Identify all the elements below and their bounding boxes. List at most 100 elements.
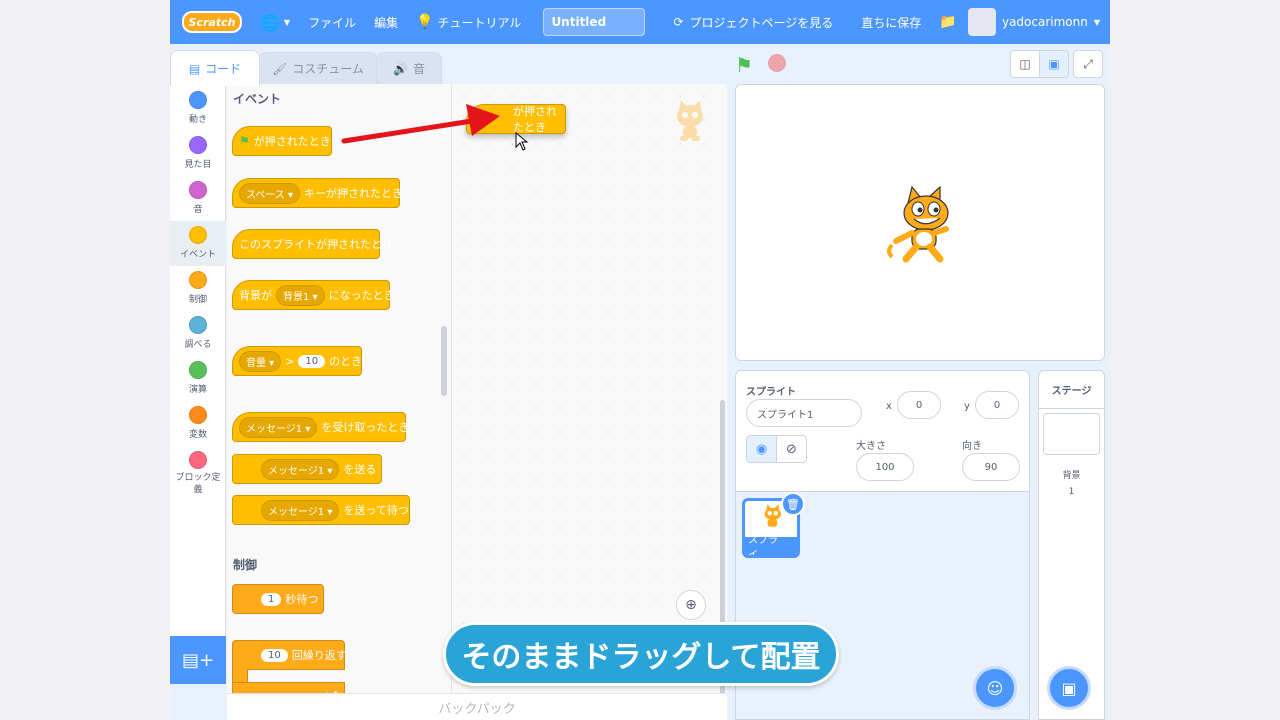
when-receive-block[interactable]: メッセージ1 ▾ を受け取ったとき xyxy=(232,401,409,442)
category-label: 制御 xyxy=(188,295,207,305)
when-sprite-clicked-block[interactable]: このスプライトが押されたとき xyxy=(232,218,393,259)
project-title-input[interactable] xyxy=(543,8,646,36)
choose-sprite-button[interactable]: ☺ xyxy=(973,666,1017,710)
size-label: 大きさ xyxy=(856,441,886,452)
volume-dropdown[interactable]: 音量 ▾ xyxy=(239,350,282,372)
block-categories: 動き 見た目 音 イベント 制御 調べる 演算 変数 ブロック定義 xyxy=(170,84,226,636)
when-key-pressed-block[interactable]: スペース ▾ キーが押されたとき xyxy=(232,167,403,208)
file-menu[interactable]: ファイル xyxy=(308,14,356,31)
backdrop-dropdown[interactable]: 背景1 ▾ xyxy=(276,284,325,306)
number-input[interactable]: 10 xyxy=(298,354,326,368)
edit-menu[interactable]: 編集 xyxy=(374,14,398,31)
palette-scrollbar[interactable] xyxy=(441,326,447,396)
category-label: イベント xyxy=(179,250,216,260)
size-input[interactable]: 100 xyxy=(856,453,914,481)
block-label: が押されたとき xyxy=(253,135,331,148)
tutorials-label: チュートリアル xyxy=(437,15,522,30)
stage-canvas[interactable] xyxy=(735,84,1105,361)
globe-icon: 🌐 xyxy=(260,12,280,32)
small-stage-button[interactable]: ◫ xyxy=(1010,50,1040,78)
when-backdrop-switches-block[interactable]: 背景が 背景1 ▾ になったとき xyxy=(232,269,395,310)
normal-stage-button[interactable]: ▣ xyxy=(1039,50,1069,78)
block-label: このスプライトが押されたとき xyxy=(239,238,393,251)
sprite-thumbnail-label: スプライ... xyxy=(745,535,797,555)
zoom-in-button[interactable]: ⊕ xyxy=(676,590,706,620)
message-dropdown[interactable]: メッセージ1 ▾ xyxy=(261,458,340,480)
cat-add-icon: ☺ xyxy=(986,678,1004,698)
menu-bar: Scratch 🌐 ▼ ファイル 編集 💡 チュートリアル ⟳ プロジェクトペー… xyxy=(170,0,1110,44)
refresh-icon: ⟳ xyxy=(673,15,684,29)
image-add-icon: ▣ xyxy=(1061,678,1077,698)
tab-costume[interactable]: 🖌 コスチューム xyxy=(258,52,378,84)
delete-sprite-button[interactable]: 🗑 xyxy=(781,492,805,516)
category-dot xyxy=(189,316,207,334)
number-input[interactable]: 10 xyxy=(261,648,288,662)
direction-input[interactable]: 90 xyxy=(962,453,1020,481)
eye-icon: ◉ xyxy=(755,441,768,457)
hide-sprite-button[interactable]: ⊘ xyxy=(776,435,807,463)
category-operators[interactable]: 演算 xyxy=(170,356,226,401)
when-greater-than-block[interactable]: 音量 ▾ > 10 のとき xyxy=(232,335,362,376)
green-flag-icon[interactable]: ⚑ xyxy=(735,53,753,77)
category-label: ブロック定義 xyxy=(175,473,221,495)
category-dot xyxy=(189,406,207,424)
stop-button[interactable] xyxy=(768,54,786,72)
mouse-cursor-icon xyxy=(515,132,529,151)
y-input[interactable]: 0 xyxy=(975,391,1019,419)
tab-costume-label: コスチューム xyxy=(292,62,364,76)
repeat-block[interactable]: 10 回繰り返す xyxy=(232,640,347,670)
dragged-when-flag-block[interactable]: が押されたとき xyxy=(466,95,566,134)
language-menu[interactable]: 🌐 ▼ xyxy=(260,13,290,32)
fullscreen-button[interactable]: ⤢ xyxy=(1073,50,1103,78)
save-now-button[interactable]: 直ちに保存 xyxy=(861,14,921,31)
tab-sound[interactable]: 🔊 音 xyxy=(376,52,442,84)
tab-code[interactable]: ▤ コード xyxy=(170,50,260,86)
cat-sprite[interactable] xyxy=(884,185,960,265)
category-control[interactable]: 制御 xyxy=(170,266,226,311)
choose-backdrop-button[interactable]: ▣ xyxy=(1047,666,1091,710)
block-label: 回繰り返す xyxy=(291,649,347,662)
wait-seconds-block[interactable]: 1 秒待つ xyxy=(232,584,324,614)
category-looks[interactable]: 見た目 xyxy=(170,131,226,176)
category-label: 調べる xyxy=(184,340,212,350)
caption-banner: そのままドラッグして配置 xyxy=(443,622,839,686)
category-variables[interactable]: 変数 xyxy=(170,401,226,446)
y-label: y xyxy=(964,401,970,412)
dropdown-value: スペース xyxy=(246,189,285,201)
category-dot xyxy=(189,91,207,109)
tutorials-menu[interactable]: 💡 チュートリアル xyxy=(416,14,521,31)
backpack[interactable]: バックパック xyxy=(227,693,727,720)
category-motion[interactable]: 動き xyxy=(170,86,226,131)
broadcast-block[interactable]: メッセージ1 ▾ を送る xyxy=(232,454,382,484)
category-events[interactable]: イベント xyxy=(170,221,226,266)
backdrops-label: 背景 xyxy=(1062,471,1081,481)
category-sensing[interactable]: 調べる xyxy=(170,311,226,356)
broadcast-and-wait-block[interactable]: メッセージ1 ▾ を送って待つ xyxy=(232,495,410,525)
message-dropdown[interactable]: メッセージ1 ▾ xyxy=(261,499,340,521)
category-my-blocks[interactable]: ブロック定義 xyxy=(170,446,226,496)
block-label: を送る xyxy=(343,463,377,476)
sprite-name-input[interactable]: スプライト1 xyxy=(746,399,862,427)
number-input[interactable]: 1 xyxy=(261,592,282,606)
backdrop-thumbnail[interactable] xyxy=(1043,413,1100,455)
show-sprite-button[interactable]: ◉ xyxy=(746,435,777,463)
x-input[interactable]: 0 xyxy=(897,391,941,419)
key-dropdown[interactable]: スペース ▾ xyxy=(239,182,301,204)
category-dot xyxy=(189,271,207,289)
when-flag-clicked-block[interactable]: ⚑ が押されたとき xyxy=(232,115,332,156)
scratch-logo[interactable]: Scratch xyxy=(182,11,242,33)
see-project-page-button[interactable]: ⟳ プロジェクトページを見る xyxy=(663,8,843,36)
dropdown-value: 音量 xyxy=(246,357,266,369)
scratch-editor: Scratch 🌐 ▼ ファイル 編集 💡 チュートリアル ⟳ プロジェクトペー… xyxy=(170,0,1110,720)
message-dropdown[interactable]: メッセージ1 ▾ xyxy=(239,416,318,438)
editor-tabs: ▤ コード 🖌 コスチューム 🔊 音 xyxy=(170,48,730,86)
account-menu[interactable]: yadocarimonn ▼ xyxy=(967,8,1100,36)
add-extension-button[interactable]: ▤+ xyxy=(170,636,226,684)
trash-icon: 🗑 xyxy=(786,497,800,511)
my-stuff-button[interactable]: 📁 xyxy=(939,14,956,30)
category-label: 音 xyxy=(193,205,203,215)
small-stage-icon: ◫ xyxy=(1019,57,1031,71)
block-label: を送って待つ xyxy=(343,504,409,517)
username: yadocarimonn xyxy=(1001,15,1088,29)
category-sound[interactable]: 音 xyxy=(170,176,226,221)
